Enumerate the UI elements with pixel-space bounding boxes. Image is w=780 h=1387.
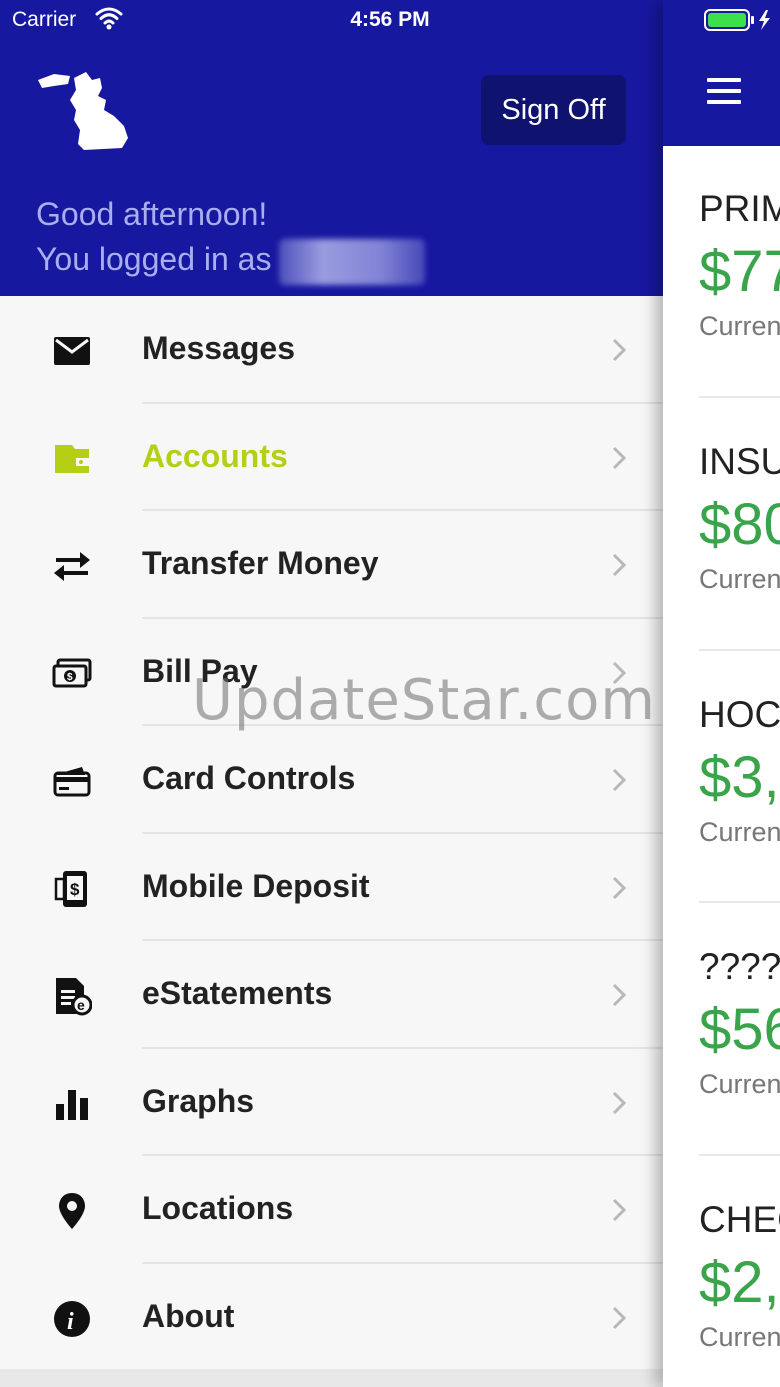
account-name: PRIM bbox=[699, 188, 780, 229]
svg-text:i: i bbox=[67, 1309, 74, 1335]
menu-item-label: Graphs bbox=[142, 1082, 255, 1119]
svg-text:$: $ bbox=[67, 672, 73, 683]
mobile-deposit-icon: $ bbox=[54, 870, 87, 907]
chevron-right-icon bbox=[612, 553, 627, 577]
menu-item-label: Transfer Money bbox=[142, 545, 379, 581]
accounts-panel: PRIM $77 Curren INSU $80 Curren HOC $3, … bbox=[663, 0, 780, 1387]
logged-in-line: You logged in as bbox=[36, 237, 426, 285]
menu-item-transfer-money[interactable]: Transfer Money bbox=[0, 511, 663, 619]
menu-item-label: eStatements bbox=[142, 975, 333, 1011]
cash-icon: $ bbox=[52, 658, 92, 687]
account-card[interactable]: ???? $56 Curren bbox=[699, 946, 780, 1100]
info-icon: i bbox=[54, 1300, 90, 1337]
menu-item-label: Card Controls bbox=[142, 760, 356, 796]
greeting-text: Good afternoon! bbox=[36, 196, 268, 232]
menu-item-label: About bbox=[142, 1297, 235, 1334]
account-balance: $3, bbox=[699, 745, 780, 810]
account-card[interactable]: PRIM $77 Curren bbox=[699, 188, 780, 342]
greeting-block: Good afternoon! You logged in as bbox=[36, 192, 426, 285]
account-balance: $77 bbox=[699, 239, 780, 304]
account-balance-label: Curren bbox=[699, 1322, 780, 1352]
logged-in-label: You logged in as bbox=[36, 241, 272, 277]
chevron-right-icon bbox=[612, 338, 627, 362]
status-bar: Carrier 4:56 PM bbox=[0, 0, 780, 40]
location-pin-icon bbox=[59, 1193, 85, 1229]
drawer-header: South Central Credit Union Sign Off Good… bbox=[0, 0, 663, 296]
menu-item-messages[interactable]: Messages bbox=[0, 296, 663, 404]
account-balance: $2, bbox=[699, 1250, 780, 1315]
divider bbox=[699, 901, 780, 903]
menu-item-about[interactable]: i About bbox=[0, 1264, 663, 1371]
account-balance: $80 bbox=[699, 492, 780, 557]
chevron-right-icon bbox=[612, 1198, 627, 1222]
estatement-icon: e bbox=[56, 978, 92, 1016]
account-card[interactable]: HOC $3, Curren bbox=[699, 694, 780, 848]
account-card[interactable]: INSU $80 Curren bbox=[699, 441, 780, 595]
logo-line: Union bbox=[50, 136, 77, 147]
credit-card-icon bbox=[53, 767, 91, 797]
hamburger-menu-icon[interactable] bbox=[707, 78, 741, 104]
divider bbox=[699, 649, 780, 651]
menu-item-card-controls[interactable]: Card Controls bbox=[0, 726, 663, 834]
divider bbox=[699, 396, 780, 398]
chevron-right-icon bbox=[612, 768, 627, 792]
redacted-username bbox=[279, 238, 426, 285]
divider bbox=[699, 1154, 780, 1156]
chevron-right-icon bbox=[612, 876, 627, 899]
menu-item-locations[interactable]: Locations bbox=[0, 1156, 663, 1264]
battery-icon bbox=[704, 9, 770, 31]
bar-chart-icon bbox=[56, 1089, 88, 1120]
menu-item-label: Mobile Deposit bbox=[142, 867, 370, 904]
menu-item-mobile-deposit[interactable]: $ Mobile Deposit bbox=[0, 834, 663, 941]
credit-union-logo: South Central Credit Union bbox=[36, 72, 128, 150]
account-balance-label: Curren bbox=[699, 311, 780, 341]
account-balance-label: Curren bbox=[699, 564, 780, 594]
mail-icon bbox=[54, 337, 90, 365]
chevron-right-icon bbox=[612, 983, 627, 1007]
logo-line: South bbox=[36, 95, 61, 106]
chevron-right-icon bbox=[612, 1091, 627, 1114]
account-name: INSU bbox=[699, 441, 780, 482]
account-balance-label: Curren bbox=[699, 1069, 780, 1099]
svg-text:$: $ bbox=[70, 880, 80, 899]
clock: 4:56 PM bbox=[350, 8, 430, 31]
drawer-bottom-edge bbox=[0, 1369, 663, 1387]
transfer-arrows-icon bbox=[54, 552, 90, 581]
account-name: ???? bbox=[699, 946, 780, 987]
account-name: HOC bbox=[699, 694, 780, 735]
logo-line: Credit bbox=[46, 122, 74, 133]
menu-item-accounts[interactable]: Accounts bbox=[0, 404, 663, 511]
drawer-menu: Messages Accounts Transfer Money $ Bill … bbox=[0, 296, 663, 1371]
watermark-text: UpdateStar.com bbox=[192, 668, 656, 733]
chevron-right-icon bbox=[612, 1306, 627, 1329]
logo-line: Central bbox=[42, 109, 75, 120]
menu-item-label: Locations bbox=[142, 1190, 294, 1226]
menu-item-estatements[interactable]: e eStatements bbox=[0, 941, 663, 1049]
account-card[interactable]: CHEC $2, Curren bbox=[699, 1199, 780, 1353]
sign-off-button[interactable]: Sign Off bbox=[481, 75, 626, 145]
svg-text:e: e bbox=[77, 997, 85, 1013]
wallet-icon bbox=[55, 444, 89, 473]
menu-item-label: Messages bbox=[142, 330, 295, 366]
chevron-right-icon bbox=[612, 446, 627, 469]
account-balance: $56 bbox=[699, 997, 780, 1062]
account-name: CHEC bbox=[699, 1199, 780, 1240]
menu-item-graphs[interactable]: Graphs bbox=[0, 1049, 663, 1156]
account-balance-label: Curren bbox=[699, 817, 780, 847]
menu-item-label: Accounts bbox=[142, 437, 288, 474]
